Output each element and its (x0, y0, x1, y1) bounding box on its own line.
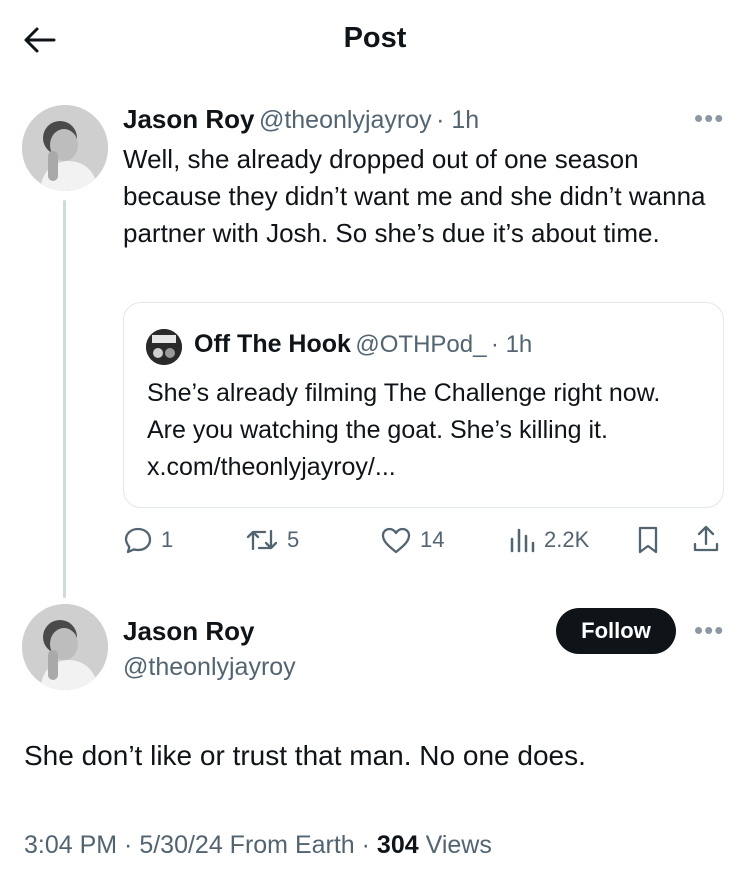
views-count: 2.2K (544, 527, 590, 552)
heart-icon (381, 527, 411, 554)
author-name[interactable]: Jason Roy (123, 616, 255, 647)
reply-text: Well, she already dropped out of one sea… (123, 144, 706, 248)
analytics-icon (510, 528, 535, 553)
post-time: · 1h (436, 106, 480, 134)
quote-header: Off The Hook @OTHPod_ · 1h (194, 330, 532, 359)
repost-count: 5 (287, 527, 300, 552)
author-handle[interactable]: @theonlyjayroy (259, 106, 432, 134)
more-options-icon[interactable]: ••• (694, 103, 724, 134)
reply-header: Jason Roy @theonlyjayroy · 1h (123, 104, 479, 135)
thread-connector (63, 200, 66, 598)
post-timestamp: 3:04 PM · 5/30/24 From Earth · (24, 831, 377, 859)
post-text: She don’t like or trust that man. No one… (24, 740, 586, 771)
quote-author-name: Off The Hook (194, 330, 351, 358)
follow-button[interactable]: Follow (556, 608, 676, 654)
share-button[interactable] (691, 524, 721, 559)
page-title: Post (343, 22, 407, 54)
views-action[interactable]: 2.2K (508, 525, 589, 555)
avatar[interactable] (22, 105, 108, 191)
share-icon (693, 525, 719, 552)
bookmark-button[interactable] (634, 525, 662, 560)
quote-time: · 1h (490, 331, 533, 358)
post-meta: 3:04 PM · 5/30/24 From Earth · 304 Views (24, 831, 492, 860)
author-handle[interactable]: @theonlyjayroy (123, 653, 296, 682)
reply-icon (124, 527, 152, 554)
like-action[interactable]: 14 (380, 525, 444, 555)
quoted-post-card[interactable]: Off The Hook @OTHPod_ · 1h She’s already… (123, 302, 724, 508)
reply-count: 1 (161, 527, 174, 552)
reply-action[interactable]: 1 (123, 525, 173, 555)
like-count: 14 (420, 527, 445, 552)
avatar[interactable] (22, 604, 108, 690)
repost-action[interactable]: 5 (245, 525, 299, 555)
bookmark-icon (638, 526, 658, 554)
author-name[interactable]: Jason Roy (123, 104, 255, 134)
more-options-icon[interactable]: ••• (694, 615, 724, 646)
views-label: Views (425, 831, 492, 859)
avatar-photo (22, 604, 108, 690)
repost-icon (246, 529, 278, 551)
quote-author-handle: @OTHPod_ (355, 331, 487, 358)
views-count: 304 (376, 831, 419, 859)
quote-text: She’s already filming The Challenge righ… (147, 379, 661, 481)
avatar-photo (22, 105, 108, 191)
quote-avatar (146, 329, 182, 365)
